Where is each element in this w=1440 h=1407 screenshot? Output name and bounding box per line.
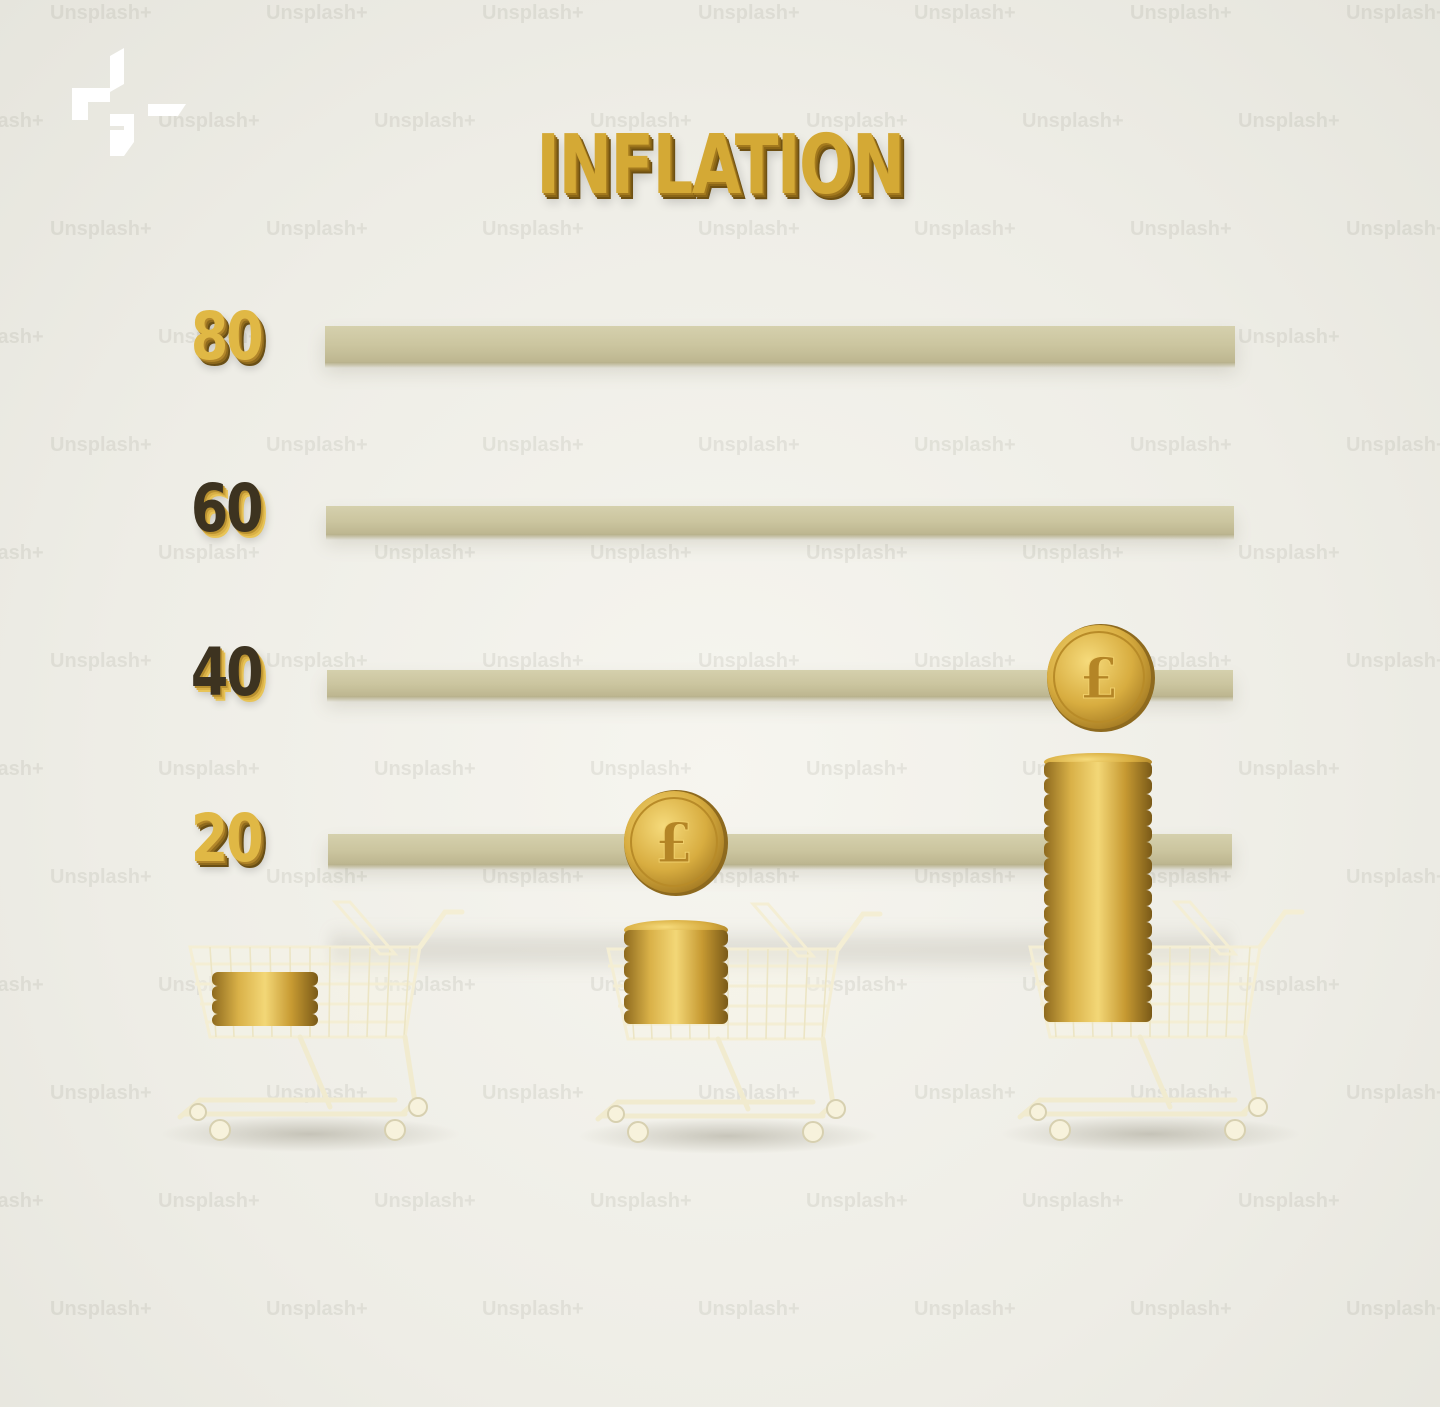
pound-coin-icon: £ <box>624 790 728 896</box>
coin-stack-small <box>212 972 318 1026</box>
coin-stack-large <box>1044 753 1152 1022</box>
carts-and-coins-art: £ £ <box>0 624 1440 1407</box>
svg-text:£: £ <box>655 811 693 875</box>
coin-stack-medium <box>624 920 728 1024</box>
pound-coin-icon: £ <box>1047 624 1155 732</box>
shopping-cart-icon <box>1000 902 1302 1152</box>
svg-text:£: £ <box>1080 646 1119 712</box>
shopping-cart-icon <box>578 904 880 1154</box>
inflation-illustration: Unsplash+ Unsplash+ Unsplash+ Unsplash+ Unsp… <box>0 0 1440 1407</box>
shopping-cart-icon <box>160 902 462 1152</box>
